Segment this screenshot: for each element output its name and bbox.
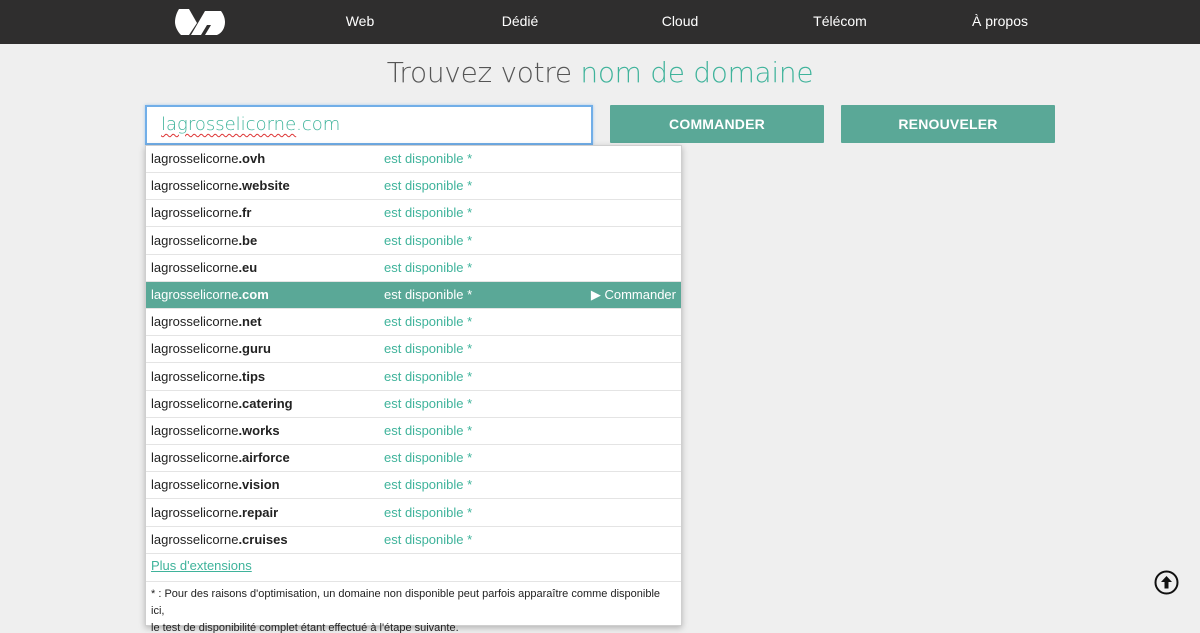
domain-extension: .eu <box>238 259 258 275</box>
nav-cloud[interactable]: Cloud <box>650 0 710 44</box>
domain-base: lagrosselicorne <box>151 395 239 411</box>
domain-name: lagrosselicorne.repair <box>151 500 278 526</box>
domain-base: lagrosselicorne <box>151 205 239 221</box>
availability-status: est disponible * <box>384 314 473 330</box>
domain-result-row[interactable]: lagrosselicorne.ovh est disponible * <box>146 146 681 173</box>
availability-status: est disponible * <box>384 395 473 411</box>
availability-status: est disponible * <box>384 151 473 166</box>
domain-suggestions-dropdown: lagrosselicorne.ovh est disponible * lagro… <box>145 145 682 633</box>
footnote-line-1: * : Pour des raisons d'optimisation, un … <box>151 588 661 617</box>
availability-status: est disponible * <box>384 178 473 194</box>
domain-extension: .website <box>238 178 290 194</box>
domain-result-row[interactable]: lagrosselicorne.catering est disponible * <box>146 391 681 418</box>
domain-result-row[interactable]: lagrosselicorne.eu est disponible * <box>146 255 681 282</box>
domain-extension: .vision <box>238 477 280 493</box>
domain-result-row[interactable]: lagrosselicorne.repair est disponible * <box>146 500 681 527</box>
availability-status: est disponible * <box>384 341 473 357</box>
domain-result-row[interactable]: lagrosselicorne.vision est disponible * <box>146 472 681 500</box>
domain-result-row[interactable]: lagrosselicorne.com est disponible * ▶ Com… <box>146 282 681 309</box>
renouveler-button[interactable]: RENOUVELER <box>841 105 1055 143</box>
domain-base: lagrosselicorne <box>151 151 239 166</box>
domain-result-row[interactable]: lagrosselicorne.tips est disponible * <box>146 364 681 391</box>
domain-base: lagrosselicorne <box>151 287 239 302</box>
domain-result-row[interactable]: lagrosselicorne.guru est disponible * <box>146 336 681 364</box>
domain-base: lagrosselicorne <box>151 368 239 384</box>
availability-status: est disponible * <box>384 477 473 493</box>
search-value-ext: .com <box>296 114 341 135</box>
availability-status: est disponible * <box>384 368 473 384</box>
nav-dedie[interactable]: Dédié <box>490 0 550 44</box>
domain-base: lagrosselicorne <box>151 232 239 248</box>
domain-extension: .be <box>238 232 258 248</box>
domain-base: lagrosselicorne <box>151 450 239 466</box>
domain-extension: .catering <box>238 395 293 411</box>
domain-name: lagrosselicorne.guru <box>151 336 271 362</box>
domain-extension: .works <box>238 423 280 438</box>
domain-extension: .ovh <box>238 151 266 166</box>
domain-result-row[interactable]: lagrosselicorne.net est disponible * <box>146 309 681 337</box>
nav-web[interactable]: Web <box>330 0 390 44</box>
availability-status: est disponible * <box>384 205 473 221</box>
availability-footnote: * : Pour des raisons d'optimisation, un … <box>146 581 681 633</box>
domain-name: lagrosselicorne.tips <box>151 364 265 390</box>
title-prefix: Trouvez votre <box>386 56 572 89</box>
row-commander-link[interactable]: ▶ Commander <box>591 282 676 308</box>
domain-base: lagrosselicorne <box>151 178 239 194</box>
domain-result-row[interactable]: lagrosselicorne.cruises est disponible * <box>146 527 681 554</box>
domain-name: lagrosselicorne.catering <box>151 391 293 417</box>
availability-status: est disponible * <box>384 259 473 275</box>
availability-status: est disponible * <box>384 287 473 302</box>
footnote-line-2: le test de disponibilité complet étant e… <box>151 622 459 633</box>
domain-name: lagrosselicorne.com <box>151 282 269 308</box>
domain-result-row[interactable]: lagrosselicorne.airforce est disponible * <box>146 445 681 473</box>
domain-name: lagrosselicorne.net <box>151 309 262 335</box>
availability-status: est disponible * <box>384 504 473 520</box>
domain-extension: .guru <box>238 341 271 357</box>
domain-name: lagrosselicorne.fr <box>151 200 251 226</box>
domain-base: lagrosselicorne <box>151 531 239 547</box>
domain-extension: .fr <box>238 205 252 221</box>
availability-status: est disponible * <box>384 531 473 547</box>
domain-base: lagrosselicorne <box>151 341 239 357</box>
nav-telecom[interactable]: Télécom <box>805 0 875 44</box>
commander-button[interactable]: COMMANDER <box>610 105 824 143</box>
domain-extension: .airforce <box>238 450 290 466</box>
domain-result-row[interactable]: lagrosselicorne.works est disponible * <box>146 418 681 445</box>
domain-result-row[interactable]: lagrosselicorne.website est disponible * <box>146 173 681 201</box>
domain-name: lagrosselicorne.website <box>151 173 290 199</box>
domain-name: lagrosselicorne.be <box>151 228 257 254</box>
domain-extension: .cruises <box>238 531 288 547</box>
availability-status: est disponible * <box>384 450 473 466</box>
availability-status: est disponible * <box>384 232 473 248</box>
domain-name: lagrosselicorne.eu <box>151 255 257 281</box>
nav-a-propos[interactable]: À propos <box>965 0 1035 44</box>
domain-base: lagrosselicorne <box>151 504 239 520</box>
domain-base: lagrosselicorne <box>151 314 239 330</box>
domain-extension: .tips <box>238 368 266 384</box>
domain-name: lagrosselicorne.airforce <box>151 445 290 471</box>
title-accent: nom de domaine <box>580 56 814 89</box>
domain-name: lagrosselicorne.works <box>151 418 280 444</box>
ovh-logo[interactable] <box>175 7 225 37</box>
search-value-base: lagrosselicorne <box>161 114 297 135</box>
domain-extension: .net <box>238 314 262 330</box>
domain-extension: .repair <box>238 504 279 520</box>
domain-extension: .com <box>238 287 269 302</box>
domain-base: lagrosselicorne <box>151 477 239 493</box>
more-extensions-link[interactable]: Plus d'extensions <box>151 558 252 573</box>
domain-result-row[interactable]: lagrosselicorne.be est disponible * <box>146 228 681 255</box>
top-navigation-bar: Web Dédié Cloud Télécom À propos <box>0 0 1200 44</box>
domain-name: lagrosselicorne.cruises <box>151 527 288 553</box>
domain-result-row[interactable]: lagrosselicorne.fr est disponible * <box>146 200 681 228</box>
domain-name: lagrosselicorne.vision <box>151 472 280 498</box>
domain-name: lagrosselicorne.ovh <box>151 146 265 172</box>
page-title: Trouvez votre nom de domaine <box>0 56 1200 89</box>
availability-status: est disponible * <box>384 423 473 438</box>
arrow-up-circle-icon[interactable] <box>1154 570 1179 595</box>
domain-search-input[interactable]: lagrosselicorne.com <box>145 105 593 145</box>
domain-base: lagrosselicorne <box>151 423 239 438</box>
domain-base: lagrosselicorne <box>151 259 239 275</box>
